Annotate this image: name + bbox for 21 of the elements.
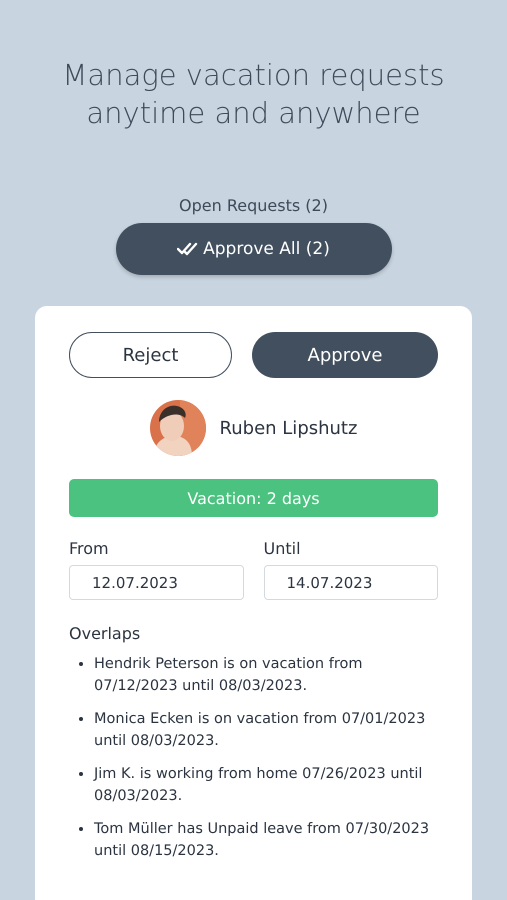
- overlap-text: Monica Ecken is on vacation from 07/01/2023 until 08/03/2023.: [94, 710, 426, 751]
- overlaps-title: Overlaps: [69, 624, 142, 643]
- bullet-icon: [79, 717, 83, 721]
- bullet-icon: [79, 662, 83, 666]
- employee-name: Ruben Lipshutz: [220, 418, 358, 438]
- approve-all-button[interactable]: Approve All (2): [116, 223, 392, 275]
- open-requests-label: Open Requests (2): [179, 196, 328, 215]
- overlap-text: Tom Müller has Unpaid leave from 07/30/2023 until 08/15/2023.: [94, 820, 430, 861]
- overlap-text: Jim K. is working from home 07/26/2023 until 08/03/2023.: [94, 765, 424, 806]
- bullet-icon: [79, 827, 83, 831]
- double-check-icon: [177, 242, 200, 256]
- date-label: From: [69, 539, 110, 558]
- headline: Manage vacation requests anytime and anywhere: [61, 57, 446, 132]
- overlap-text: Hendrik Peterson is on vacation from 07/12/2023 until 08/03/2023.: [94, 655, 364, 696]
- reject-button[interactable]: Reject: [69, 332, 232, 378]
- date-label: Until: [264, 539, 302, 558]
- date-field[interactable]: 12.07.2023: [69, 565, 244, 600]
- bullet-icon: [79, 772, 83, 776]
- vacation-banner: Vacation: 2 days: [69, 479, 438, 517]
- date-field[interactable]: 14.07.2023: [264, 565, 438, 600]
- approve-button[interactable]: Approve: [252, 332, 438, 378]
